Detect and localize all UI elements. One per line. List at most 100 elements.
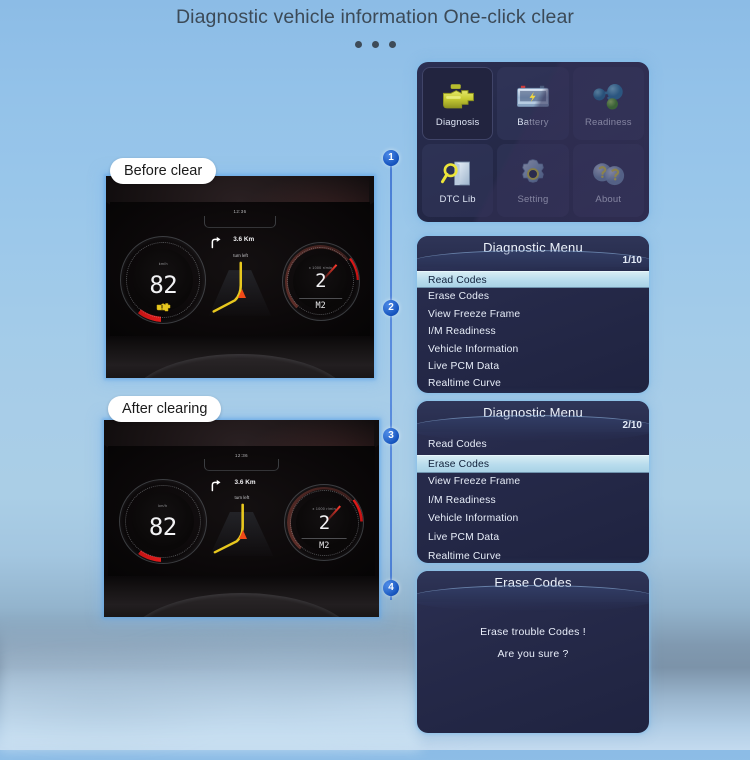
navigation-display-before: 3.6 Km turn left <box>206 233 274 321</box>
menu-item-vehicle-information[interactable]: Vehicle Information <box>417 341 649 358</box>
dialog-body: Erase trouble Codes ! Are you sure ? <box>417 602 649 660</box>
instrument-cluster: 12:36 km/h 82 3.6 Km turn left x 1000 r/… <box>108 445 375 584</box>
tacho-value-before: 2 <box>315 270 327 293</box>
dash-topbar-frame <box>203 215 277 229</box>
tile-dtc-lib[interactable]: DTC Lib <box>422 144 494 217</box>
menu-item-realtime-curve[interactable]: Realtime Curve <box>417 548 649 563</box>
timeline-step-2: 2 <box>383 300 399 316</box>
dash-clock-after: 12:36 <box>235 452 248 458</box>
menu-item-im-readiness[interactable]: I/M Readiness <box>417 492 649 511</box>
home-icon-grid: Diagnosis Battery Readiness DTC Lib Sett… <box>422 67 644 217</box>
menu-item-read-codes[interactable]: Read Codes <box>417 436 649 455</box>
check-engine-light <box>155 301 171 312</box>
dot-1 <box>354 41 362 48</box>
gear-indicator-after: M2 <box>301 538 347 551</box>
dialog-message-line-1: Erase trouble Codes ! <box>480 626 586 638</box>
nav-instruction-before: turn left <box>233 252 248 258</box>
dot-3 <box>388 41 396 48</box>
menu-page-counter-1: 1/10 <box>622 255 642 266</box>
nav-distance-after: 3.6 Km <box>234 478 256 486</box>
tile-diagnosis[interactable]: Diagnosis <box>422 67 494 140</box>
nav-distance-before: 3.6 Km <box>233 235 255 243</box>
speedo-value-after: 82 <box>148 512 177 541</box>
menu-item-vehicle-information[interactable]: Vehicle Information <box>417 510 649 529</box>
background-haze <box>0 620 420 750</box>
molecule-icon <box>587 80 629 114</box>
dash-topbar-frame <box>204 458 279 472</box>
speedometer-after: km/h 82 <box>118 478 207 565</box>
gear-icon <box>512 157 554 191</box>
nav-position-marker <box>239 530 248 540</box>
dashboard-after-content: 12:36 km/h 82 3.6 Km turn left x 1000 r/… <box>104 420 379 617</box>
menu-title-1: Diagnostic Menu <box>483 240 583 255</box>
speedo-value-before: 82 <box>149 271 178 300</box>
tile-about[interactable]: About <box>572 144 644 217</box>
dialog-title: Erase Codes <box>494 575 572 590</box>
tacho-unit-before: x 1000 r/min <box>308 265 333 270</box>
tile-setting[interactable]: Setting <box>497 144 569 217</box>
turn-left-arrow-icon <box>208 235 223 250</box>
dot-2 <box>371 41 379 48</box>
tacho-value-after: 2 <box>318 512 330 535</box>
menu-item-live-pcm-data[interactable]: Live PCM Data <box>417 358 649 375</box>
tacho-unit-after: x 1000 r/min <box>312 507 336 512</box>
dash-clock-before: 12:36 <box>233 209 247 215</box>
page-header: Diagnostic vehicle information One-click… <box>0 0 750 48</box>
dashboard-after-image: 12:36 km/h 82 3.6 Km turn left x 1000 r/… <box>104 420 379 617</box>
nav-position-marker <box>237 289 246 299</box>
menu-item-view-freeze-frame[interactable]: View Freeze Frame <box>417 306 649 323</box>
erase-codes-dialog-screen: Erase Codes Erase trouble Codes ! Are yo… <box>417 571 649 733</box>
timeline-step-4: 4 <box>383 580 399 596</box>
menu-item-live-pcm-data[interactable]: Live PCM Data <box>417 529 649 548</box>
tile-label-dtc-lib: DTC Lib <box>439 193 476 205</box>
menu-item-view-freeze-frame[interactable]: View Freeze Frame <box>417 473 649 492</box>
diagnostic-menu-screen-1: Diagnostic Menu 1/10 Read Codes Erase Co… <box>417 236 649 393</box>
speedo-unit-after: km/h <box>158 504 168 509</box>
dashboard-before-content: 12:36 km/h 82 3.6 Km turn left x 1000 r/… <box>106 176 374 378</box>
tile-battery[interactable]: Battery <box>497 67 569 140</box>
dashboard-before-image: 12:36 km/h 82 3.6 Km turn left x 1000 r/… <box>106 176 374 378</box>
battery-icon <box>512 80 554 114</box>
menu-title-2: Diagnostic Menu <box>483 405 583 420</box>
tachometer-after: x 1000 r/min 2 M2 <box>284 484 365 562</box>
speedo-unit-before: km/h <box>158 262 168 267</box>
timeline-step-3: 3 <box>383 428 399 444</box>
device-home-screen: Diagnosis Battery Readiness DTC Lib Sett… <box>417 62 649 222</box>
menu-header-2: Diagnostic Menu 2/10 <box>417 401 649 442</box>
tachometer-before: x 1000 r/min 2 M2 <box>281 241 360 321</box>
menu-header-1: Diagnostic Menu 1/10 <box>417 236 649 277</box>
menu-item-read-codes[interactable]: Read Codes <box>417 271 649 289</box>
step-timeline: 1 2 3 4 <box>383 150 399 600</box>
page-title: Diagnostic vehicle information One-click… <box>175 6 574 28</box>
tile-label-battery: Battery <box>517 116 549 128</box>
timeline-step-1: 1 <box>383 150 399 166</box>
timeline-rail <box>390 150 392 600</box>
navigation-display-after: 3.6 Km turn left <box>207 476 276 561</box>
engine-icon <box>437 80 479 114</box>
tile-label-readiness: Readiness <box>584 116 632 128</box>
nav-instruction-after: turn left <box>234 494 250 500</box>
tile-label-about: About <box>595 193 622 205</box>
dialog-header: Erase Codes <box>417 571 649 612</box>
menu-item-realtime-curve[interactable]: Realtime Curve <box>417 375 649 392</box>
menu-list-1: Read Codes Erase Codes View Freeze Frame… <box>417 267 649 393</box>
question-marks-icon <box>587 157 629 191</box>
menu-item-erase-codes[interactable]: Erase Codes <box>417 454 649 474</box>
slide-indicator-dots <box>0 41 750 48</box>
dialog-message-line-2: Are you sure ? <box>497 648 569 660</box>
tile-readiness[interactable]: Readiness <box>572 67 644 140</box>
tile-label-diagnosis: Diagnosis <box>435 116 480 128</box>
instrument-cluster: 12:36 km/h 82 3.6 Km turn left x 1000 r/… <box>110 202 370 344</box>
magnifier-book-icon <box>437 157 479 191</box>
tile-label-setting: Setting <box>517 193 549 205</box>
turn-left-arrow-icon <box>208 478 223 493</box>
menu-page-counter-2: 2/10 <box>622 420 642 431</box>
speedometer-before: km/h 82 <box>120 236 207 324</box>
caption-after-clearing: After clearing <box>108 396 222 422</box>
menu-item-im-readiness[interactable]: I/M Readiness <box>417 323 649 340</box>
menu-list-2: Read Codes Erase Codes View Freeze Frame… <box>417 432 649 563</box>
gear-indicator-before: M2 <box>298 297 343 311</box>
menu-item-erase-codes[interactable]: Erase Codes <box>417 288 649 305</box>
diagnostic-menu-screen-2: Diagnostic Menu 2/10 Read Codes Erase Co… <box>417 401 649 563</box>
caption-before-clear: Before clear <box>110 158 217 184</box>
